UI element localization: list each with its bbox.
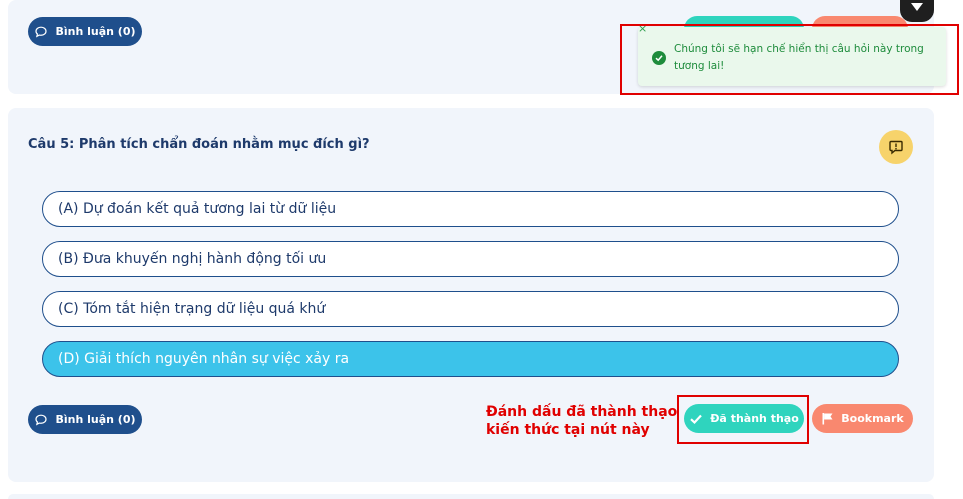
annotation-highlight-button <box>677 395 809 444</box>
comment-icon <box>35 414 48 425</box>
comment-button[interactable]: Bình luận (0) <box>28 405 142 434</box>
annotation-line-2: kiến thức tại nút này <box>486 422 650 438</box>
flag-icon <box>822 413 833 425</box>
bookmark-button[interactable]: Bookmark <box>812 404 913 433</box>
comment-label: Bình luận (0) <box>55 25 136 38</box>
comment-label: Bình luận (0) <box>55 413 136 426</box>
comment-icon <box>35 26 48 37</box>
collapse-button[interactable] <box>900 0 934 22</box>
comment-button-top[interactable]: Bình luận (0) <box>28 17 142 46</box>
annotation-highlight-toast <box>620 24 959 95</box>
question-title: Câu 5: Phân tích chẩn đoán nhằm mục đích… <box>28 137 370 152</box>
answer-option-b[interactable]: (B) Đưa khuyến nghị hành động tối ưu <box>42 241 899 277</box>
annotation-text: Đánh dấu đã thành thạo kiến thức tại nút… <box>486 403 677 439</box>
answer-option-a[interactable]: (A) Dự đoán kết quả tương lai từ dữ liệu <box>42 191 899 227</box>
chevron-down-icon <box>911 3 923 11</box>
annotation-line-1: Đánh dấu đã thành thạo <box>486 404 678 420</box>
report-button[interactable] <box>879 130 913 164</box>
answer-option-c[interactable]: (C) Tóm tắt hiện trạng dữ liệu quá khứ <box>42 291 899 327</box>
report-icon <box>889 140 903 155</box>
next-question-card <box>8 494 934 499</box>
answer-option-d[interactable]: (D) Giải thích nguyên nhân sự việc xảy r… <box>42 341 899 377</box>
bookmark-label: Bookmark <box>841 412 904 425</box>
